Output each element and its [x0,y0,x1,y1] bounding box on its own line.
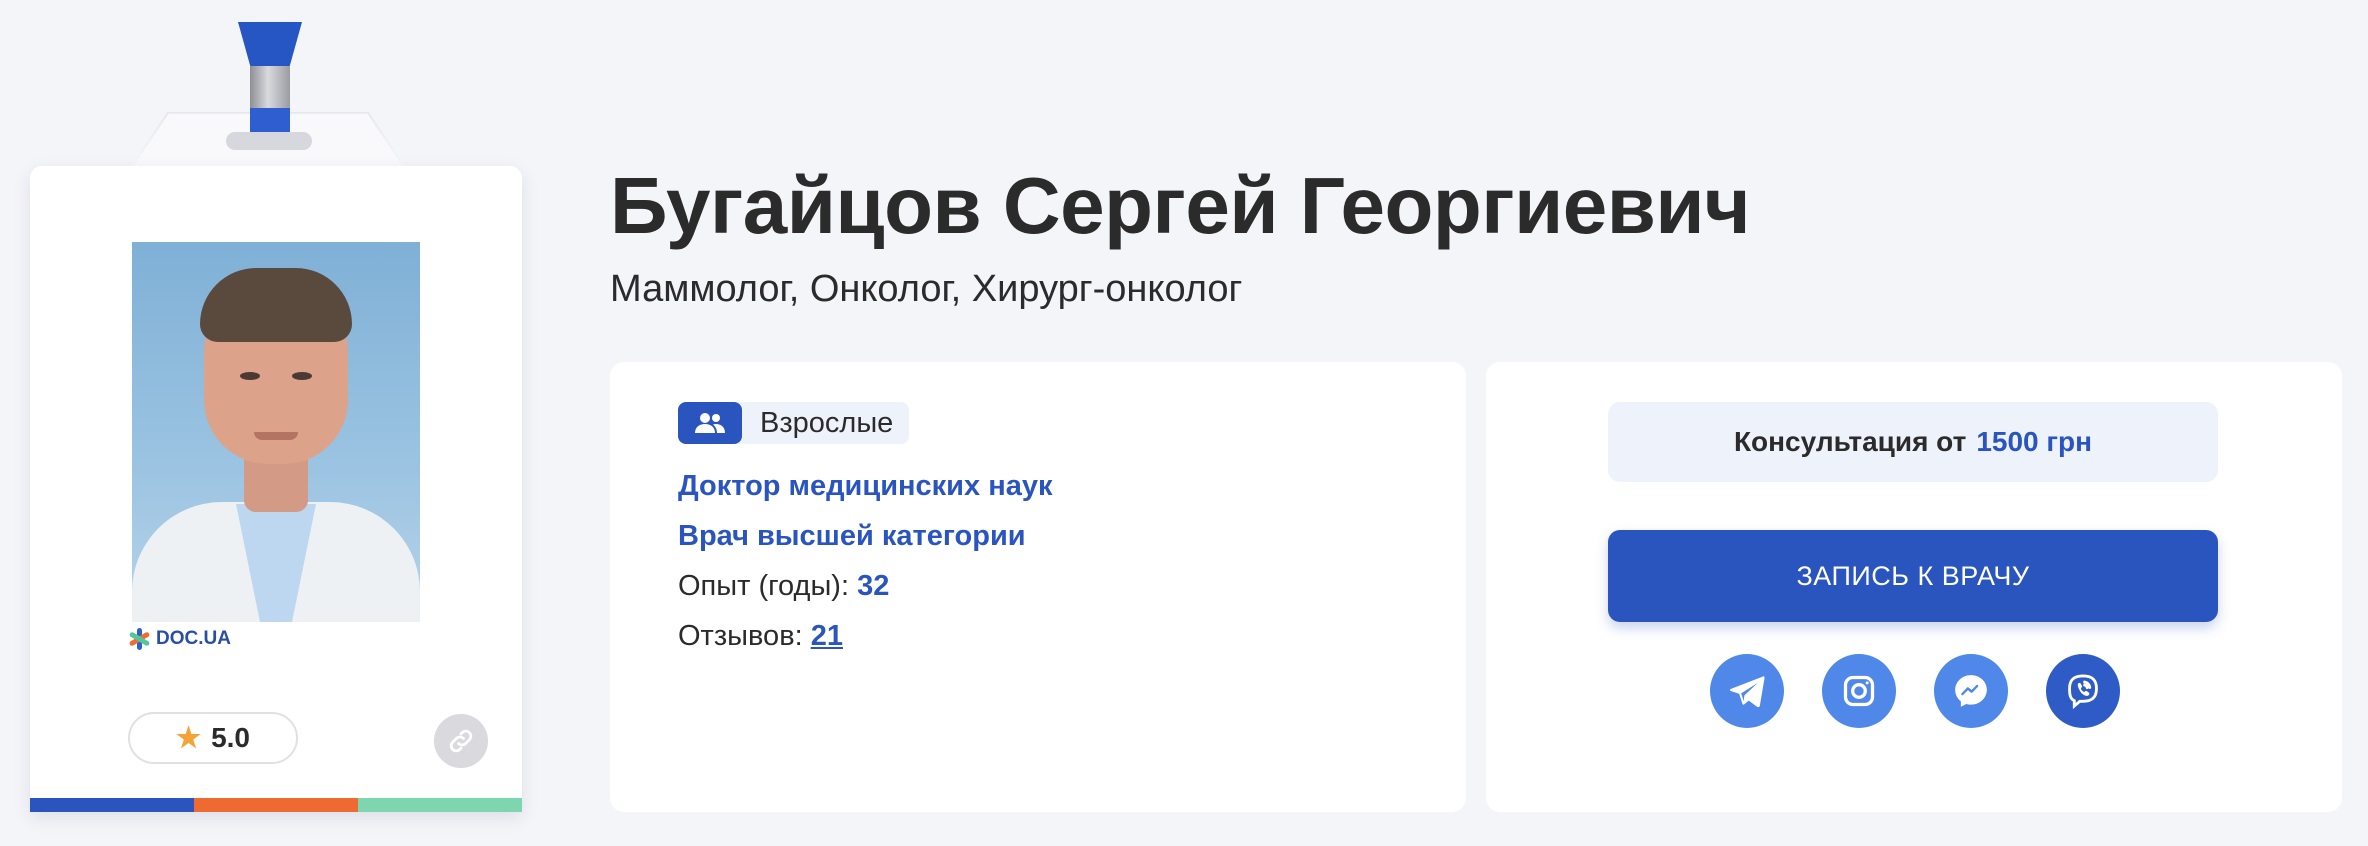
consultation-label: Консультация от [1733,426,1967,457]
reviews-label: Отзывов: [678,620,803,652]
doctor-photo [132,242,420,622]
doctor-info-panel: Взрослые Доктор медицинских наук Врач вы… [610,362,1466,812]
audience-tag: Взрослые [678,402,910,444]
stripe-mint [358,798,522,812]
instagram-button[interactable] [1822,654,1896,728]
logo-text: DOC.UA [156,628,231,649]
copy-link-button[interactable] [434,714,488,768]
doctor-specialties: Маммолог, Онколог, Хирург-онколог [610,268,1243,310]
social-links [1710,654,2120,728]
adults-icon [678,402,742,444]
star-icon: ★ [175,722,202,753]
stripe-orange [194,798,358,812]
telegram-button[interactable] [1710,654,1784,728]
booking-panel: Консультация от 1500 грн ЗАПИСЬ К ВРАЧУ [1486,362,2342,812]
consultation-price-box: Консультация от 1500 грн [1608,402,2218,482]
stripe-blue [30,798,194,812]
experience-value: 32 [857,570,890,602]
badge-slot [226,132,312,150]
doctor-name: Бугайцов Сергей Георгиевич [610,161,1751,250]
doc-ua-logo-icon [128,628,151,650]
category-link[interactable]: Врач высшей категории [678,520,1026,553]
messenger-button[interactable] [1934,654,2008,728]
rating-badge: ★ 5.0 [128,712,298,764]
doctor-badge-card: DOC.UA ★ 5.0 [30,166,522,812]
instagram-icon [1843,675,1875,707]
reviews-link[interactable]: 21 [811,620,843,652]
lanyard-clip-metal [250,66,290,110]
book-appointment-button[interactable]: ЗАПИСЬ К ВРАЧУ [1608,530,2218,622]
messenger-icon [1955,675,1987,707]
consultation-price: 1500 грн [1976,426,2093,457]
audience-tag-label: Взрослые [760,406,894,439]
viber-button[interactable] [2046,654,2120,728]
rating-value: 5.0 [211,722,251,753]
doc-ua-logo: DOC.UA [128,628,231,650]
experience-row: Опыт (годы): 32 [678,570,889,603]
reviews-row: Отзывов: 21 [678,620,843,653]
experience-label: Опыт (годы): [678,570,850,602]
lanyard-strap [238,22,302,68]
telegram-icon [1729,676,1765,707]
link-icon [449,729,473,753]
degree-link[interactable]: Доктор медицинских наук [678,470,1052,503]
viber-icon [2068,674,2098,710]
